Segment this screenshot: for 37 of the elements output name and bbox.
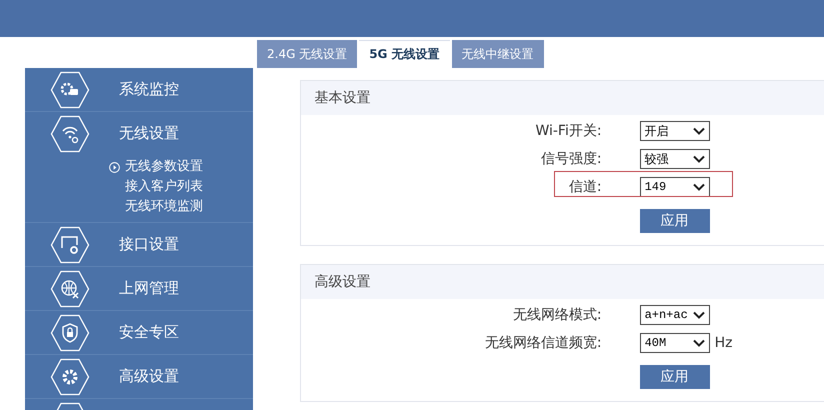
chevron-down-icon [692,183,705,191]
gear-chat-icon [50,70,90,108]
sidebar-item[interactable]: 系统监控 [25,68,253,112]
section-title: 高级设置 [314,273,371,291]
globe-icon [50,270,90,308]
field-label: 无线网络信道频宽: [484,334,602,352]
sidebar-item[interactable]: 上网管理 [25,267,253,311]
sidebar-item[interactable]: 高级设置 [25,355,253,399]
field-label: 无线网络模式: [512,306,602,324]
field-label: 信道: [568,178,602,196]
section-title: 基本设置 [314,89,371,107]
submenu-item[interactable]: 无线参数设置 [109,157,203,177]
submenu-item[interactable]: 无线环境监测 [109,197,203,217]
unit-label: Hz [714,335,732,351]
tab[interactable]: 2.4G 无线设置 [257,40,358,68]
sidebar-item[interactable]: 无线设置 [25,112,253,155]
chevron-down-icon [692,339,705,347]
sidebar-item[interactable]: 安全专区 [25,311,253,355]
tab[interactable]: 无线中继设置 [452,40,544,68]
chevron-down-icon [692,127,705,135]
chevron-down-icon [692,311,705,319]
apply-button[interactable]: 应用 [640,365,710,389]
sidebar-item[interactable]: 接口设置 [25,223,253,267]
dropdown[interactable]: 149 [640,177,710,197]
shield-lock-icon [50,314,90,352]
dropdown[interactable]: a+n+ac [640,305,710,325]
dropdown[interactable]: 较强 [640,149,710,169]
screen-gear-icon [50,226,90,264]
gear-icon [50,358,90,396]
apply-button[interactable]: 应用 [640,209,710,233]
wifi-gear-icon [50,114,90,152]
submenu-item[interactable]: 接入客户列表 [109,177,203,197]
dropdown[interactable]: 开启 [640,121,710,141]
field-label: Wi-Fi开关: [534,122,602,140]
field-label: 信号强度: [540,150,602,168]
dropdown[interactable]: 40M [640,333,710,353]
chevron-down-icon [692,155,705,163]
